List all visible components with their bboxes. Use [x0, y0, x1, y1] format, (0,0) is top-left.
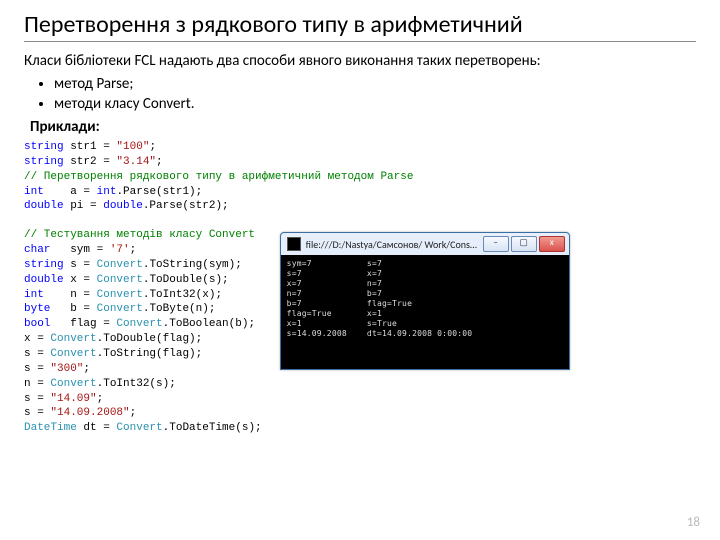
window-titlebar: file:///D:/Nastya/Самсонов/ Work/Console… — [281, 233, 569, 255]
page-number: 18 — [687, 515, 700, 530]
bullet-item: метод Parse; — [54, 74, 696, 94]
slide-title: Перетворення з рядкового типу в арифмети… — [24, 10, 696, 42]
close-button[interactable]: x — [539, 236, 565, 252]
intro-text: Класи бібліотеки FCL надають два способи… — [24, 52, 696, 72]
minimize-button[interactable]: – — [483, 236, 509, 252]
code-block-convert: // Тестування методів класу Convert char… — [24, 228, 262, 436]
app-icon — [287, 237, 301, 251]
console-output: sym=7 s=7 s=7 x=7 x=7 n=7 n=7 b=7 b=7 fl… — [281, 255, 569, 369]
bullet-list: метод Parse; методи класу Convert. — [24, 74, 696, 115]
examples-label: Приклади: — [30, 118, 696, 136]
window-title: file:///D:/Nastya/Самсонов/ Work/Console… — [306, 238, 481, 251]
maximize-button[interactable]: ▢ — [511, 236, 537, 252]
code-block-parse: string str1 = "100"; string str2 = "3.14… — [24, 140, 696, 214]
console-window: file:///D:/Nastya/Самсонов/ Work/Console… — [280, 232, 570, 436]
bullet-item: методи класу Convert. — [54, 94, 696, 114]
